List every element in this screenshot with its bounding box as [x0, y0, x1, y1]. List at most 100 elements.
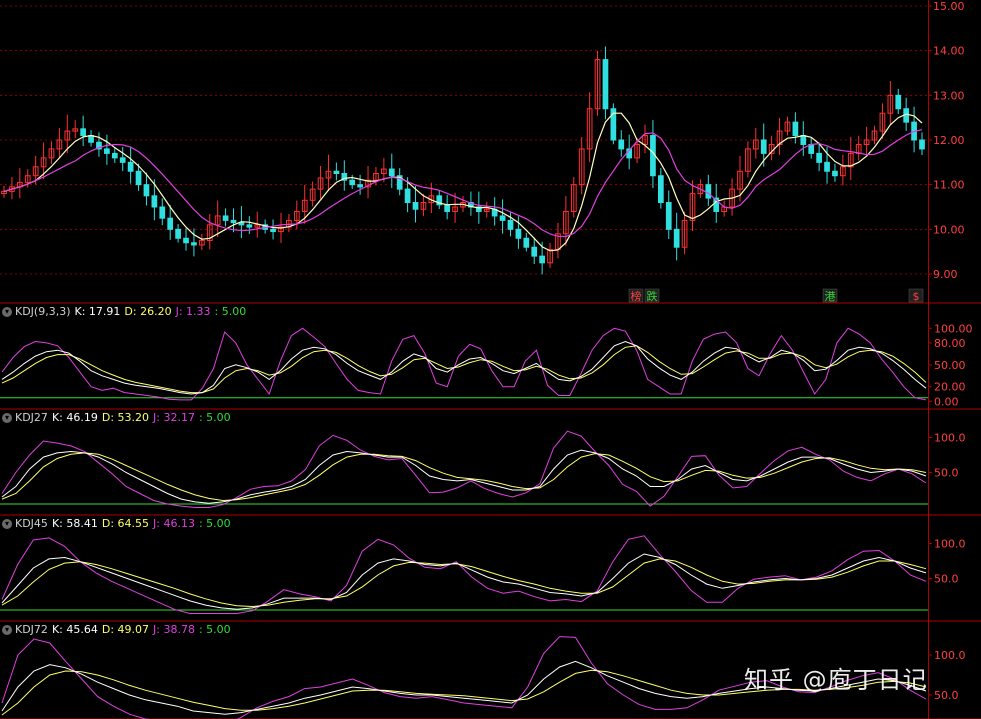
kdj9-k: K: 17.91 — [74, 305, 121, 318]
kdj9-ref: : 5.00 — [214, 305, 247, 318]
event-tag-label: 跌 — [647, 289, 658, 303]
kdj-tick-label: 50.00 — [934, 359, 966, 372]
collapse-icon[interactable]: ▾ — [2, 519, 12, 529]
candle-body — [135, 170, 142, 186]
kdj45-k: K: 58.41 — [51, 517, 98, 530]
kdj27-header: ▾ KDJ27 K: 46.19 D: 53.20 J: 32.17: 5.00 — [2, 411, 231, 425]
candle-body — [88, 135, 94, 143]
candle-body — [602, 59, 609, 110]
event-tag: 跌 — [644, 288, 660, 303]
price-tick-label: 10.00 — [933, 223, 965, 236]
candle-body — [760, 139, 767, 154]
event-tag: $ — [908, 288, 924, 303]
kdj-j-line — [1, 430, 927, 508]
kdj-j-line — [1, 327, 927, 401]
candle-body — [444, 204, 451, 212]
candle-body — [80, 128, 86, 137]
kdj-d-line — [1, 558, 927, 608]
candle-body — [665, 202, 672, 230]
kdj9-d: D: 26.20 — [124, 305, 172, 318]
candle-body — [270, 228, 276, 233]
event-tag: 港 — [822, 288, 838, 303]
kdj72-name: KDJ72 — [15, 623, 48, 636]
candle-body — [159, 206, 166, 219]
candle-body — [832, 170, 838, 177]
candle-body — [119, 157, 126, 163]
candle-body — [143, 184, 150, 197]
price-tick-label: 9.00 — [933, 268, 958, 281]
kdj45-j: J: 46.13 — [153, 517, 195, 530]
candle-body — [183, 237, 189, 244]
candle-body — [127, 161, 134, 172]
kdj72-k: K: 45.64 — [51, 623, 98, 636]
candle-body — [515, 228, 522, 239]
event-tag-label: $ — [913, 290, 920, 303]
kdj-tick-label: 20.00 — [934, 381, 966, 394]
collapse-icon[interactable]: ▾ — [2, 413, 12, 423]
collapse-icon[interactable]: ▾ — [2, 625, 12, 635]
price-tick-label: 14.00 — [933, 45, 965, 58]
kdj9-name: KDJ(9,3,3) — [15, 305, 71, 318]
candle-body — [404, 188, 411, 204]
event-tag-label: 港 — [825, 290, 836, 303]
candle-body — [357, 184, 363, 188]
kdj45-header: ▾ KDJ45 K: 58.41 D: 64.55 J: 46.13: 5.00 — [2, 517, 231, 531]
candle-body — [618, 139, 625, 150]
candle-body — [412, 202, 419, 210]
candle-body — [349, 179, 356, 186]
candle-body — [167, 217, 174, 230]
candle-body — [919, 139, 925, 150]
kdj27-d: D: 53.20 — [101, 411, 150, 424]
kdj45-ref: : 5.00 — [198, 517, 231, 530]
kdj-tick-label: 100.00 — [934, 322, 973, 335]
kdj-tick-label: 50.0 — [934, 467, 959, 480]
candle-body — [507, 219, 514, 230]
kdj27-name: KDJ27 — [15, 411, 48, 424]
kdj27-ref: : 5.00 — [198, 411, 231, 424]
collapse-icon[interactable]: ▾ — [2, 307, 12, 317]
kdj-tick-label: 50.0 — [934, 689, 959, 702]
candle-body — [111, 152, 118, 159]
kdj9-j: J: 1.33 — [175, 305, 211, 318]
event-tag: 榜 — [628, 288, 644, 303]
price-tick-label: 15.00 — [933, 0, 965, 13]
price-tick-label: 11.00 — [933, 179, 965, 192]
candle-body — [175, 228, 181, 239]
candle-body — [151, 195, 158, 208]
candle-body — [333, 170, 340, 174]
kdj45-name: KDJ45 — [15, 517, 48, 530]
price-tick-label: 13.00 — [933, 89, 965, 102]
ma-short-line — [3, 112, 923, 252]
ma-long-line — [3, 129, 923, 238]
kdj-tick-label: 50.0 — [934, 573, 959, 586]
candle-body — [539, 255, 545, 264]
candle-body — [523, 237, 530, 248]
candle-body — [191, 242, 197, 246]
kdj-k-line — [1, 340, 927, 395]
candle-body — [230, 219, 237, 224]
kdj-j-line — [1, 535, 927, 614]
kdj72-header: ▾ KDJ72 K: 45.64 D: 49.07 J: 38.78: 5.00 — [2, 623, 231, 637]
kdj45-d: D: 64.55 — [101, 517, 150, 530]
kdj-tick-label: 80.00 — [934, 337, 966, 350]
kdj9-header: ▾ KDJ(9,3,3) K: 17.91 D: 26.20 J: 1.33: 5.00 — [2, 305, 246, 319]
candle-body — [388, 168, 395, 177]
candle-body — [895, 94, 902, 110]
kdj-tick-label: 100.0 — [934, 649, 966, 662]
stock-chart: 15.00 14.00 13.00 12.00 11.00 10.00 9.00 榜跌 港 $10… — [0, 0, 981, 719]
candle-body — [222, 215, 229, 221]
candle-body — [246, 224, 253, 228]
kdj72-d: D: 49.07 — [101, 623, 150, 636]
candle-body — [499, 215, 506, 221]
kdj-tick-label: 100.0 — [934, 538, 966, 551]
price-tick-label: 12.00 — [933, 134, 965, 147]
kdj-k-line — [1, 553, 927, 610]
kdj72-ref: : 5.00 — [198, 623, 231, 636]
candle-body — [792, 121, 799, 137]
candle-body — [104, 148, 110, 154]
kdj-tick-label: 100.0 — [934, 432, 966, 445]
event-tag-label: 榜 — [631, 289, 642, 303]
candle-body — [816, 152, 822, 163]
candle-body — [705, 184, 712, 199]
kdj27-k: K: 46.19 — [51, 411, 98, 424]
